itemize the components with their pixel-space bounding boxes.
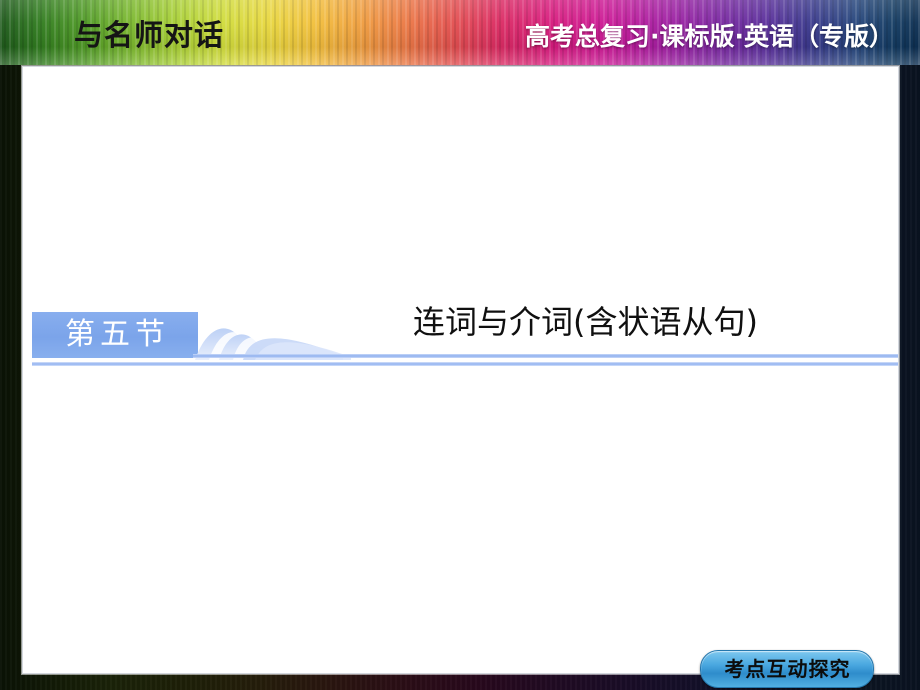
brand-title: 与名师对话 (74, 18, 225, 52)
interactive-exploration-button[interactable]: 考点互动探究 (700, 650, 874, 688)
heading-rule-lower (32, 362, 898, 366)
section-title: 连词与介词(含状语从句) (413, 303, 758, 341)
course-title: 高考总复习·课标版·英语（专版） (525, 22, 894, 51)
section-number-label: 第五节 (65, 317, 170, 352)
interactive-exploration-label: 考点互动探究 (724, 657, 851, 681)
section-heading: 第五节 连词与介词(含状语从句) (23, 306, 898, 422)
heading-rule-upper (193, 354, 898, 358)
slide-root: 与名师对话 高考总复习·课标版·英语（专版） 第五节 连词与介词(含状语从句) … (0, 0, 920, 690)
content-card: 第五节 连词与介词(含状语从句) (22, 66, 899, 674)
section-number-chip: 第五节 (32, 312, 198, 358)
